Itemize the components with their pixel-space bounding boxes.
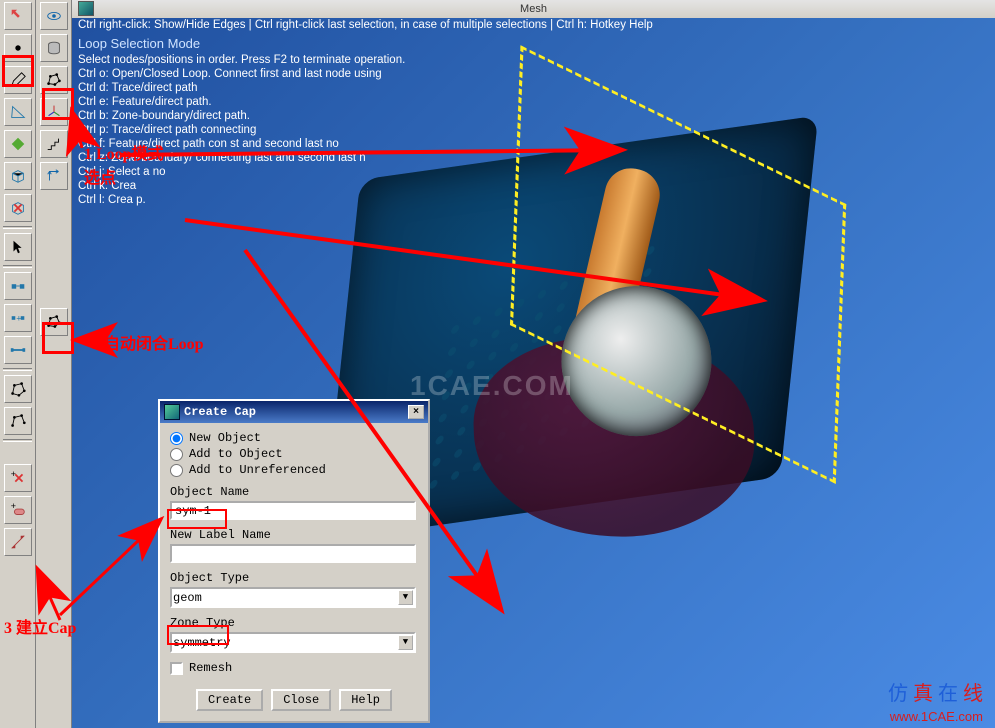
annotation-1: 1 Loop模式 选点	[84, 140, 164, 188]
help-topline: Ctrl right-click: Show/Hide Edges | Ctrl…	[72, 18, 995, 32]
tool-polygon-closed-icon[interactable]	[4, 375, 32, 403]
tool-eye-icon[interactable]	[40, 2, 68, 30]
tool-lcs-icon[interactable]	[40, 162, 68, 190]
toolbar-divider	[3, 439, 32, 442]
radio-input[interactable]	[170, 464, 183, 477]
button-help[interactable]: Help	[339, 689, 392, 711]
tool-polygon-open-icon[interactable]	[4, 407, 32, 435]
dialog-create-cap: Create Cap × New Object Add to Object Ad…	[158, 399, 430, 723]
select-value: symmetry	[173, 636, 231, 650]
svg-text:+: +	[10, 469, 15, 479]
tool-point-icon[interactable]	[4, 34, 32, 62]
tool-stairs-icon[interactable]	[40, 130, 68, 158]
tool-add-pill-icon[interactable]: +	[4, 496, 32, 524]
tool-cube-icon[interactable]	[4, 162, 32, 190]
radio-label: Add to Object	[189, 447, 283, 461]
tool-diamond-icon[interactable]	[4, 130, 32, 158]
tool-scale-icon[interactable]	[4, 528, 32, 556]
radio-add-object[interactable]: Add to Object	[170, 447, 418, 461]
svg-text:+: +	[16, 314, 21, 324]
tool-axis-icon[interactable]	[40, 98, 68, 126]
chevron-down-icon[interactable]: ▼	[398, 590, 413, 605]
app-icon	[78, 1, 94, 16]
tool-reset-icon[interactable]	[4, 2, 32, 30]
dialog-close-button[interactable]: ×	[408, 405, 424, 419]
watermark-url: www.1CAE.com	[890, 709, 983, 724]
tool-cylinder-icon[interactable]	[40, 34, 68, 62]
checkbox-box[interactable]	[170, 662, 183, 675]
annotation-3: 3 建立Cap	[4, 614, 76, 638]
label-label-name: New Label Name	[170, 528, 418, 542]
tool-add-cross-icon[interactable]: +	[4, 464, 32, 492]
tool-error-icon[interactable]	[4, 194, 32, 222]
dialog-titlebar[interactable]: Create Cap ×	[160, 401, 428, 423]
help-mode-title: Loop Selection Mode	[72, 32, 995, 53]
tool-select-add-icon[interactable]: +	[4, 304, 32, 332]
radio-label: New Object	[189, 431, 261, 445]
label-object-type: Object Type	[170, 571, 418, 585]
chevron-down-icon[interactable]: ▼	[398, 635, 413, 650]
tool-select-rect-icon[interactable]	[4, 272, 32, 300]
button-create[interactable]: Create	[196, 689, 263, 711]
radio-new-object[interactable]: New Object	[170, 431, 418, 445]
checkbox-label: Remesh	[189, 661, 232, 675]
toolbar-divider	[3, 265, 32, 268]
select-zone-type[interactable]: symmetry ▼	[170, 632, 416, 653]
radio-add-unreferenced[interactable]: Add to Unreferenced	[170, 463, 418, 477]
window-title: Mesh	[520, 3, 547, 15]
select-object-type[interactable]: geom ▼	[170, 587, 416, 608]
toolbar-divider	[3, 226, 32, 229]
tool-pencil-icon[interactable]	[4, 66, 32, 94]
window-titlebar: Mesh	[72, 0, 995, 18]
tool-close-loop-icon[interactable]	[40, 308, 68, 336]
tool-triangle-icon[interactable]	[4, 98, 32, 126]
select-value: geom	[173, 591, 202, 605]
input-label-name[interactable]	[170, 544, 416, 563]
checkbox-remesh[interactable]: Remesh	[170, 661, 418, 675]
tool-cursor-icon[interactable]	[4, 233, 32, 261]
watermark-center: 1CAE.COM	[410, 370, 574, 402]
dialog-title-text: Create Cap	[184, 405, 256, 419]
button-close[interactable]: Close	[271, 689, 331, 711]
radio-input[interactable]	[170, 432, 183, 445]
annotation-2: 2 自动闭合Loop	[92, 330, 204, 354]
tool-loop-icon[interactable]	[40, 66, 68, 94]
radio-label: Add to Unreferenced	[189, 463, 326, 477]
input-object-name[interactable]	[170, 501, 416, 520]
toolbar-divider	[3, 368, 32, 371]
radio-input[interactable]	[170, 448, 183, 461]
tool-select-edge-icon[interactable]	[4, 336, 32, 364]
label-object-name: Object Name	[170, 485, 418, 499]
dialog-icon	[164, 404, 180, 420]
watermark-brand: 仿 真 在 线	[888, 677, 983, 706]
label-zone-type: Zone Type	[170, 616, 418, 630]
